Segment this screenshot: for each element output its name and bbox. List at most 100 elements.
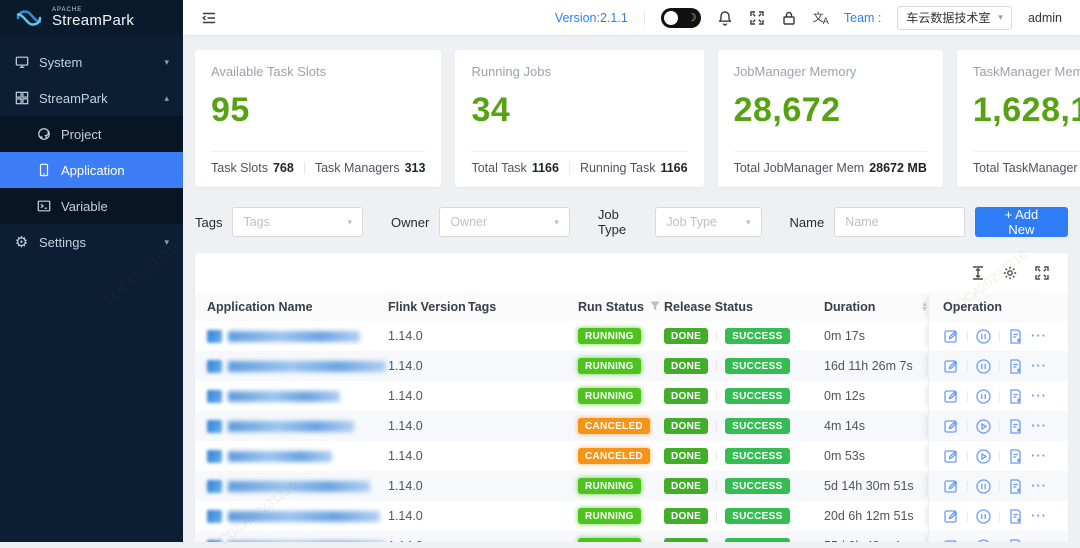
stat-value: 95 (211, 91, 425, 130)
sidebar-item-project[interactable]: Project (0, 116, 183, 152)
release-status-badge: DONE (664, 448, 708, 464)
app-name-redacted (228, 451, 332, 462)
stat-title: Running Jobs (471, 64, 687, 79)
sidebar-item-system[interactable]: System ▾ (0, 44, 183, 80)
table-row[interactable]: 1.14.0RUNNINGDONESUCCESS16d 11h 26m 7s··… (195, 351, 1068, 381)
edit-icon[interactable] (943, 358, 960, 375)
app-icon (207, 450, 222, 463)
owner-select[interactable]: Owner ▾ (439, 207, 570, 237)
app-icon (207, 330, 222, 343)
duration-cell: 20d 6h 12m 51s (824, 509, 928, 523)
chevron-down-icon: ▾ (738, 217, 751, 228)
tags-label: Tags (195, 215, 222, 230)
chevron-down-icon: ▾ (340, 217, 353, 228)
table-row[interactable]: 1.14.0CANCELEDDONESUCCESS4m 14s··· (195, 411, 1068, 441)
jobtype-label: Job Type (598, 207, 646, 237)
pause-icon[interactable] (975, 328, 992, 345)
detail-doc-icon[interactable] (1007, 508, 1024, 525)
release-status-badge: DONE (664, 478, 708, 494)
stat-footer-label: Task Managers313 (315, 161, 426, 175)
build-status-badge: SUCCESS (725, 478, 789, 494)
detail-doc-icon[interactable] (1007, 388, 1024, 405)
flink-version-cell: 1.14.0 (388, 479, 468, 493)
pause-icon[interactable] (975, 358, 992, 375)
run-status-badge: RUNNING (578, 478, 641, 494)
build-status-badge: SUCCESS (725, 388, 789, 404)
more-actions-icon[interactable]: ··· (1031, 481, 1047, 491)
filter-row: Tags Tags ▾ Owner Owner ▾ Job Type Job T… (195, 207, 1068, 237)
row-density-icon[interactable] (970, 265, 986, 281)
team-label: Team : (844, 11, 882, 25)
detail-doc-icon[interactable] (1007, 418, 1024, 435)
dark-mode-toggle[interactable]: ☽ (661, 8, 701, 28)
more-actions-icon[interactable]: ··· (1031, 421, 1047, 431)
duration-cell: 0m 53s (824, 449, 928, 463)
stat-title: TaskManager Memory (973, 64, 1080, 79)
table-row[interactable]: 1.14.0RUNNINGDONESUCCESS5d 14h 30m 51s··… (195, 471, 1068, 501)
table-row[interactable]: 1.14.0RUNNINGDONESUCCESS20d 6h 12m 51s··… (195, 501, 1068, 531)
sort-icon[interactable]: ▲▼ (921, 302, 928, 312)
table-row[interactable]: 1.14.0CANCELEDDONESUCCESS0m 53s··· (195, 441, 1068, 471)
more-actions-icon[interactable]: ··· (1031, 451, 1047, 461)
filter-funnel-icon[interactable] (650, 300, 660, 314)
sidebar-item-settings[interactable]: ⚙ Settings ▾ (0, 224, 183, 260)
edit-icon[interactable] (943, 388, 960, 405)
divider (999, 361, 1000, 372)
edit-icon[interactable] (943, 448, 960, 465)
edit-icon[interactable] (943, 478, 960, 495)
play-icon[interactable] (975, 448, 992, 465)
app-icon (207, 420, 222, 433)
run-status-badge: RUNNING (578, 388, 641, 404)
table-fullscreen-icon[interactable] (1034, 265, 1050, 281)
play-icon[interactable] (975, 418, 992, 435)
team-select[interactable]: 车云数据技术室 ▾ (897, 6, 1012, 30)
col-flink-version: Flink Version (388, 300, 468, 314)
applications-table-card: Application Name Flink Version Tags Run … (195, 253, 1068, 542)
table-row[interactable]: 1.14.0RUNNINGDONESUCCESS0m 17s··· (195, 321, 1068, 351)
col-run-status[interactable]: Run Status (578, 300, 664, 314)
name-input[interactable]: Name (834, 207, 965, 237)
edit-icon[interactable] (943, 508, 960, 525)
edit-icon[interactable] (943, 328, 960, 345)
col-duration[interactable]: Duration ▲▼ (824, 300, 928, 314)
pause-icon[interactable] (975, 478, 992, 495)
app-name-redacted (228, 421, 354, 432)
more-actions-icon[interactable]: ··· (1031, 511, 1047, 521)
more-actions-icon[interactable]: ··· (1031, 361, 1047, 371)
stat-card-0: Available Task Slots95Task Slots768Task … (195, 50, 441, 187)
sidebar-item-variable[interactable]: Variable (0, 188, 183, 224)
streampark-logo-icon (14, 7, 44, 29)
flink-version-cell: 1.14.0 (388, 359, 468, 373)
stat-footer-value: 1166 (660, 161, 687, 175)
jobtype-select[interactable]: Job Type ▾ (655, 207, 761, 237)
menu-fold-icon[interactable] (201, 10, 217, 26)
detail-doc-icon[interactable] (1007, 448, 1024, 465)
detail-doc-icon[interactable] (1007, 538, 1024, 543)
edit-icon[interactable] (943, 538, 960, 543)
logo-bar[interactable]: APACHE StreamPark (0, 0, 183, 35)
pause-icon[interactable] (975, 388, 992, 405)
sidebar-item-application[interactable]: Application (0, 152, 183, 188)
add-new-button[interactable]: + Add New (975, 207, 1068, 237)
table-row[interactable]: 1.14.0RUNNINGDONESUCCESS55d 6h 48m 4s··· (195, 531, 1068, 542)
fullscreen-icon[interactable] (749, 10, 765, 26)
tags-select[interactable]: Tags ▾ (232, 207, 363, 237)
detail-doc-icon[interactable] (1007, 358, 1024, 375)
bell-icon[interactable] (717, 10, 733, 26)
edit-icon[interactable] (943, 418, 960, 435)
sidebar-item-streampark[interactable]: StreamPark ▴ (0, 80, 183, 116)
lock-icon[interactable] (781, 10, 797, 26)
stats-row: Available Task Slots95Task Slots768Task … (195, 50, 1068, 187)
detail-doc-icon[interactable] (1007, 478, 1024, 495)
pause-icon[interactable] (975, 508, 992, 525)
divider (716, 510, 717, 522)
column-settings-gear-icon[interactable] (1002, 265, 1018, 281)
more-actions-icon[interactable]: ··· (1031, 391, 1047, 401)
divider (716, 390, 717, 402)
detail-doc-icon[interactable] (1007, 328, 1024, 345)
user-menu[interactable]: admin (1028, 11, 1062, 25)
table-row[interactable]: 1.14.0RUNNINGDONESUCCESS0m 12s··· (195, 381, 1068, 411)
more-actions-icon[interactable]: ··· (1031, 331, 1047, 341)
translate-icon[interactable]: 文A (813, 9, 828, 26)
pause-icon[interactable] (975, 538, 992, 543)
